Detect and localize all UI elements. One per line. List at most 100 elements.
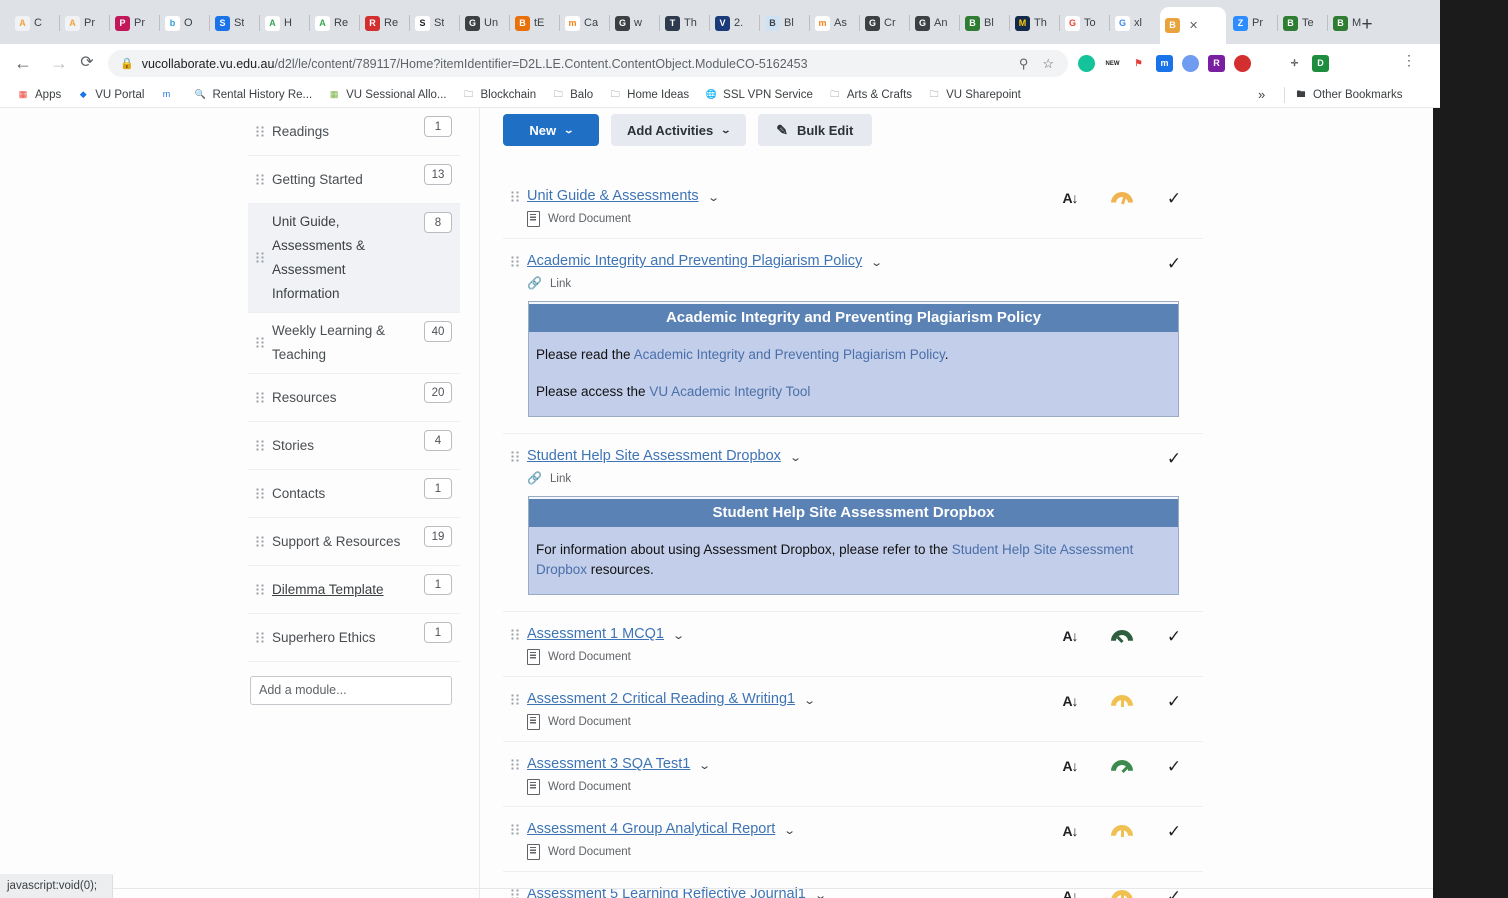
chevron-down-icon[interactable]: ⌄ (707, 188, 720, 204)
extensions-puzzle[interactable]: ✛ (1286, 55, 1303, 72)
browser-tab[interactable]: B Bl (760, 8, 809, 38)
browser-tab[interactable]: G Cr (860, 8, 909, 38)
browser-tab[interactable]: A Pr (60, 8, 109, 38)
browser-tab[interactable]: bO (160, 8, 209, 38)
bookmark-item[interactable]: 🗀 Home Ideas (602, 86, 695, 104)
bulk-edit-button[interactable]: ✎ Bulk Edit (757, 114, 872, 146)
drag-handle-icon[interactable] (503, 754, 527, 772)
browser-tab[interactable]: S St (410, 8, 459, 38)
add-activities-button[interactable]: Add Activities ⌄ (611, 114, 746, 146)
module-list-item[interactable]: Readings 1 (248, 108, 460, 156)
drag-handle-icon[interactable] (503, 186, 527, 203)
chevron-down-icon[interactable]: ⌄ (803, 691, 816, 707)
drag-handle-icon[interactable] (248, 337, 272, 349)
browser-tab[interactable]: AH (260, 8, 309, 38)
browser-tab[interactable]: G An (910, 8, 959, 38)
accessibility-score-gauge-icon[interactable] (1111, 691, 1133, 711)
bookmark-item[interactable]: 🌐 SSL VPN Service (698, 86, 819, 104)
profile-avatar[interactable]: D (1312, 55, 1329, 72)
bookmark-item[interactable]: 🗀 VU Sharepoint (921, 86, 1027, 104)
browser-tab[interactable]: BtE (510, 8, 559, 38)
browser-tab[interactable]: P Pr (110, 8, 159, 38)
drag-handle-icon[interactable] (248, 125, 272, 138)
module-list-item[interactable]: Support & Resources 19 (248, 518, 460, 566)
readspeaker-icon[interactable]: A↓ (1059, 756, 1081, 776)
chrome-menu-icon[interactable]: ⋮ (1402, 52, 1416, 69)
add-module-input[interactable]: Add a module... (250, 676, 452, 705)
new-button[interactable]: New ⌄ (503, 114, 599, 146)
drag-handle-icon[interactable] (503, 819, 527, 837)
content-item-title[interactable]: Student Help Site Assessment Dropbox (527, 446, 781, 466)
readspeaker-icon[interactable]: A↓ (1059, 821, 1081, 841)
close-icon[interactable]: ✕ (1189, 19, 1198, 32)
chevron-down-icon[interactable]: ⌄ (783, 821, 796, 837)
bookmark-item[interactable]: m (153, 86, 184, 104)
browser-tab[interactable]: R Re (360, 8, 409, 38)
browser-tab[interactable]: T Th (660, 8, 709, 38)
drag-handle-icon[interactable] (248, 173, 272, 186)
published-check-icon[interactable]: ✓ (1163, 448, 1185, 468)
content-item-title[interactable]: Assessment 2 Critical Reading & Writing1 (527, 689, 795, 709)
other-bookmarks-button[interactable]: 🖿 Other Bookmarks (1294, 88, 1402, 102)
drag-handle-icon[interactable] (503, 884, 527, 898)
drag-handle-icon[interactable] (503, 251, 527, 268)
chevron-down-icon[interactable]: ⌄ (870, 253, 883, 269)
drag-handle-icon[interactable] (503, 624, 527, 642)
pinned-flag-extension[interactable]: ⚑ (1130, 55, 1147, 72)
drag-handle-icon[interactable] (248, 583, 272, 596)
content-item-title[interactable]: Assessment 3 SQA Test1 (527, 754, 690, 774)
published-check-icon[interactable]: ✓ (1163, 691, 1185, 711)
bookmark-item[interactable]: ▦ VU Sessional Allo... (321, 86, 452, 104)
drag-handle-icon[interactable] (248, 252, 272, 264)
grammarly-extension[interactable] (1078, 55, 1095, 72)
accessibility-score-gauge-icon[interactable] (1111, 188, 1133, 208)
bookmarks-overflow-icon[interactable]: » (1258, 87, 1265, 102)
chevron-down-icon[interactable]: ⌄ (789, 448, 802, 464)
new-tab-button[interactable]: + (1355, 15, 1379, 39)
drag-handle-icon[interactable] (503, 446, 527, 464)
forward-icon[interactable]: → (46, 50, 72, 76)
star-icon[interactable]: ☆ (1042, 56, 1054, 72)
module-list-item[interactable]: Getting Started 13 (248, 156, 460, 204)
browser-tab[interactable]: AC (10, 8, 59, 38)
drag-handle-icon[interactable] (248, 439, 272, 452)
drag-handle-icon[interactable] (248, 631, 272, 644)
bookmark-item[interactable]: ▦ Apps (10, 86, 67, 104)
bookmark-item[interactable]: ◆ VU Portal (70, 86, 150, 104)
back-icon[interactable]: ← (10, 50, 36, 76)
published-check-icon[interactable]: ✓ (1163, 253, 1185, 273)
browser-tab[interactable]: S St (210, 8, 259, 38)
screenshot-extension[interactable]: NEW (1104, 55, 1121, 72)
browser-tab[interactable]: B Bl (960, 8, 1009, 38)
bookmark-item[interactable]: 🗀 Arts & Crafts (822, 86, 918, 104)
qr-extension[interactable] (1182, 55, 1199, 72)
content-item-title[interactable]: Assessment 5 Learning Reflective Journal… (527, 884, 806, 898)
module-list-item[interactable]: Dilemma Template 1 (248, 566, 460, 614)
accessibility-score-gauge-icon[interactable] (1111, 626, 1133, 646)
drag-handle-icon[interactable] (248, 487, 272, 500)
browser-tab-active[interactable]: B ✕ (1160, 7, 1226, 44)
accessibility-score-gauge-icon[interactable] (1111, 756, 1133, 776)
module-list-item[interactable]: Contacts 1 (248, 470, 460, 518)
adblock-extension[interactable] (1234, 55, 1251, 72)
inline-link[interactable]: VU Academic Integrity Tool (649, 384, 810, 399)
bookmark-item[interactable]: 🔍 Rental History Re... (187, 86, 318, 104)
published-check-icon[interactable]: ✓ (1163, 756, 1185, 776)
readspeaker-icon[interactable]: A↓ (1059, 626, 1081, 646)
browser-tab[interactable]: G To (1060, 8, 1109, 38)
chevron-down-icon[interactable]: ⌄ (699, 756, 712, 772)
mendeley-extension[interactable]: R (1208, 55, 1225, 72)
browser-tab[interactable]: m As (810, 8, 859, 38)
browser-tab[interactable]: M Th (1010, 8, 1059, 38)
module-list-item[interactable]: Unit Guide, Assessments & Assessment Inf… (248, 204, 460, 313)
google-drive-extension[interactable] (1260, 55, 1277, 72)
browser-tab[interactable]: Gw (610, 8, 659, 38)
address-bar[interactable]: 🔒 vucollaborate.vu.edu.au/d2l/le/content… (108, 50, 1068, 77)
published-check-icon[interactable]: ✓ (1163, 188, 1185, 208)
module-list-item[interactable]: Resources 20 (248, 374, 460, 422)
published-check-icon[interactable]: ✓ (1163, 821, 1185, 841)
readspeaker-icon[interactable]: A↓ (1059, 691, 1081, 711)
moodle-extension[interactable]: m (1156, 55, 1173, 72)
chevron-down-icon[interactable]: ⌄ (672, 626, 685, 642)
readspeaker-icon[interactable]: A↓ (1059, 188, 1081, 208)
